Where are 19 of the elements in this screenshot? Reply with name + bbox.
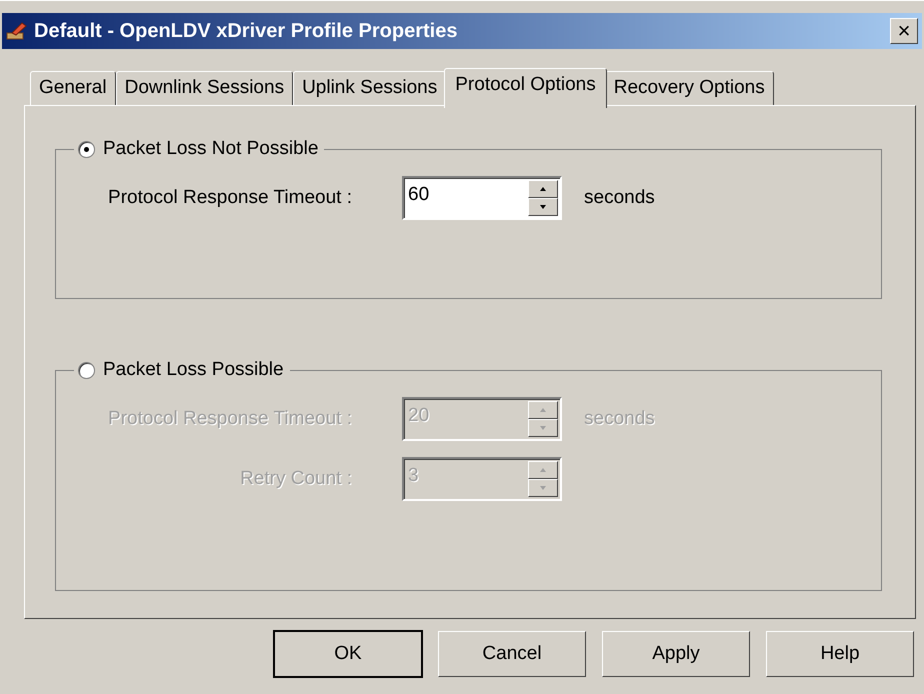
radio-button[interactable] [78, 362, 95, 378]
window-title: Default - OpenLDV xDriver Profile Properties [34, 20, 458, 42]
dialog-button[interactable]: Cancel [438, 631, 586, 677]
spin-box[interactable]: 60 [402, 176, 562, 220]
tab[interactable]: Downlink Sessions [116, 71, 294, 105]
dialog-button[interactable]: Help [766, 631, 914, 677]
dialog-button[interactable]: Apply [602, 631, 750, 677]
pencil-icon [6, 21, 28, 41]
radio-label[interactable]: Packet Loss Possible [103, 359, 284, 381]
tab[interactable]: Protocol Options [444, 68, 607, 108]
tab[interactable]: General [30, 71, 116, 105]
radio-button[interactable] [78, 140, 95, 158]
close-button[interactable]: × [890, 18, 918, 44]
dialog-button[interactable]: OK [274, 631, 422, 677]
tab[interactable]: Recovery Options [604, 71, 774, 105]
radio-label[interactable]: Packet Loss Not Possible [103, 138, 318, 160]
field-label: Protocol Response Timeout : [107, 187, 353, 209]
unit-label: seconds [584, 187, 655, 209]
tab[interactable]: Uplink Sessions [293, 71, 446, 105]
